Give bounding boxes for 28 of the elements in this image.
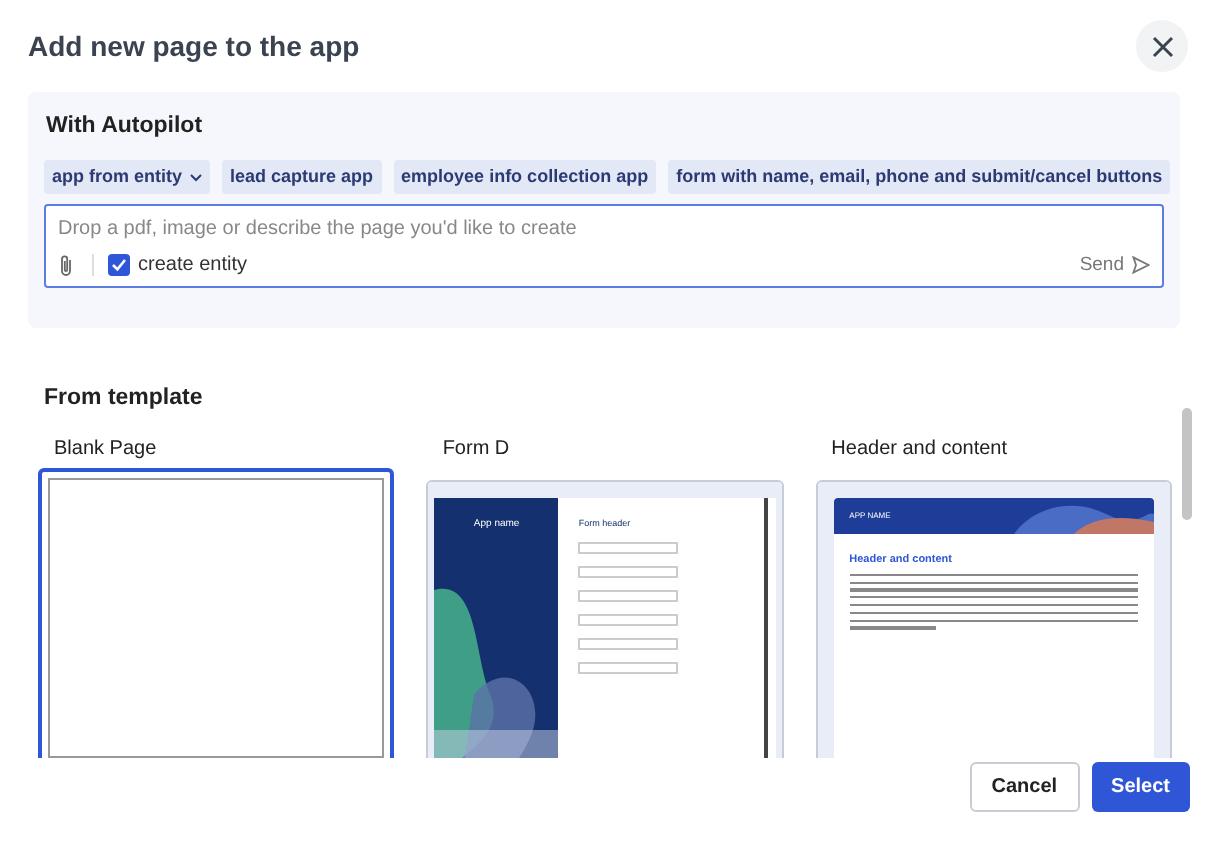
form-field	[578, 590, 679, 603]
form-field	[578, 662, 679, 675]
suggestion-chip[interactable]: employee info collection app	[393, 160, 657, 195]
form-field	[578, 542, 679, 555]
prompt-field[interactable]: Drop a pdf, image or describe the page you'd like to create create entity Send	[44, 204, 1164, 289]
paperclip-icon[interactable]	[58, 253, 74, 278]
template-card[interactable]	[38, 467, 395, 758]
cancel-button[interactable]: Cancel	[969, 762, 1080, 812]
suggestion-chip[interactable]: lead capture app	[222, 160, 382, 195]
dialog-title: Add new page to the app	[28, 27, 360, 66]
checkbox[interactable]	[108, 254, 130, 277]
close-button[interactable]	[1136, 20, 1188, 72]
close-icon	[1151, 35, 1173, 57]
template-name: Header and content	[831, 435, 1009, 463]
template-name: Form D	[442, 435, 512, 463]
form-field	[578, 614, 679, 627]
send-icon	[1132, 256, 1150, 275]
scrollbar-thumb[interactable]	[1182, 408, 1192, 521]
select-button[interactable]: Select	[1091, 762, 1190, 812]
section-heading: With Autopilot	[46, 112, 205, 142]
send-button[interactable]: Send	[1079, 251, 1150, 280]
section-heading: From template	[44, 384, 205, 415]
form-field	[578, 638, 679, 651]
suggestion-chip[interactable]: form with name, email, phone and submit/cancel buttons	[668, 160, 1171, 195]
suggestion-chip[interactable]: app from entity	[44, 160, 211, 195]
form-field	[578, 566, 679, 579]
template-name: Blank Page	[54, 435, 159, 463]
checkbox-label: create entity	[138, 252, 247, 281]
